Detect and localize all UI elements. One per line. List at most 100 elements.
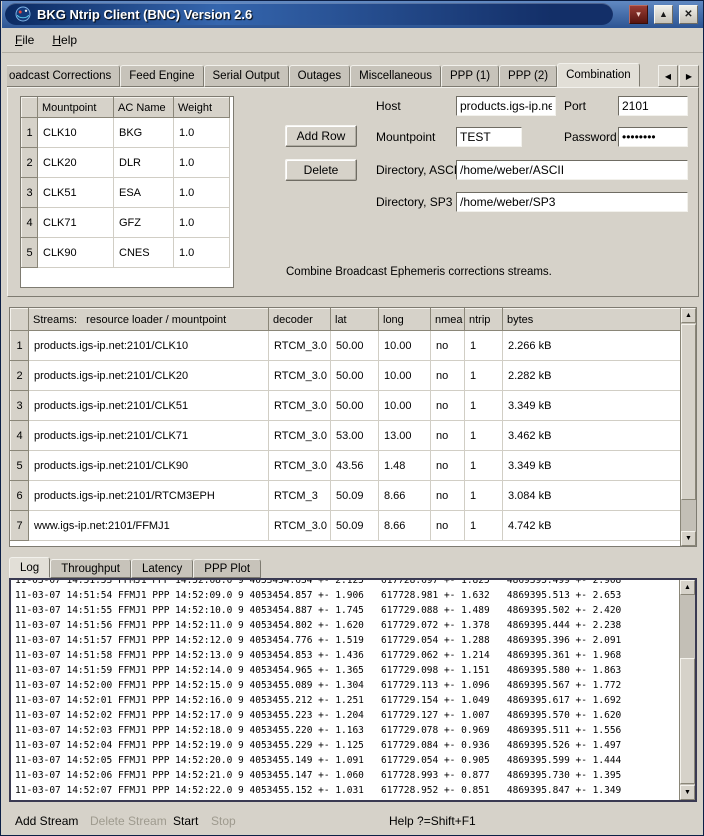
app-icon[interactable]: [15, 6, 31, 22]
tab-ppp-plot[interactable]: PPP Plot: [193, 559, 261, 578]
stream-row[interactable]: 1 products.igs-ip.net:2101/CLK10 RTCM_3.…: [11, 331, 681, 361]
log-scrollbar[interactable]: ▲ ▼: [679, 580, 695, 800]
scroll-up-icon[interactable]: ▲: [681, 308, 696, 323]
stream-decoder-cell: RTCM_3: [269, 481, 331, 511]
stream-row[interactable]: 7 www.igs-ip.net:2101/FFMJ1 RTCM_3.0 50.…: [11, 511, 681, 541]
stream-decoder-cell: RTCM_3.0: [269, 331, 331, 361]
combination-table-row[interactable]: 4 CLK71 GFZ 1.0: [22, 208, 230, 238]
log-tab-bar: Log Throughput Latency PPP Plot: [9, 557, 261, 578]
log-line: 11-03-07 14:51:59 FFMJ1 PPP 14:52:14.0 9…: [15, 663, 677, 678]
tab-serial-output[interactable]: Serial Output: [204, 65, 289, 87]
ac-name-cell[interactable]: DLR: [114, 148, 174, 178]
port-input[interactable]: [618, 96, 688, 116]
add-row-button[interactable]: Add Row: [285, 125, 357, 147]
combination-table-row[interactable]: 1 CLK10 BKG 1.0: [22, 118, 230, 148]
tab-ppp-1[interactable]: PPP (1): [441, 65, 499, 87]
stream-row[interactable]: 5 products.igs-ip.net:2101/CLK90 RTCM_3.…: [11, 451, 681, 481]
ac-name-cell[interactable]: BKG: [114, 118, 174, 148]
tab-outages[interactable]: Outages: [289, 65, 350, 87]
stream-lat-cell: 43.56: [331, 451, 379, 481]
stream-row-number: 1: [11, 331, 29, 361]
password-input[interactable]: [618, 127, 688, 147]
mountpoint-label: Mountpoint: [376, 130, 435, 144]
delete-button[interactable]: Delete: [285, 159, 357, 181]
stream-row[interactable]: 4 products.igs-ip.net:2101/CLK71 RTCM_3.…: [11, 421, 681, 451]
host-input[interactable]: [456, 96, 556, 116]
maximize-button[interactable]: ▲: [654, 5, 673, 24]
ac-name-cell[interactable]: GFZ: [114, 208, 174, 238]
minimize-button[interactable]: ▾: [629, 5, 648, 24]
mountpoint-cell[interactable]: CLK10: [38, 118, 114, 148]
streams-header-long: long: [379, 309, 431, 331]
tab-scroll-left-button[interactable]: ◀: [658, 65, 678, 87]
combination-table-row[interactable]: 2 CLK20 DLR 1.0: [22, 148, 230, 178]
menu-help[interactable]: Help: [43, 30, 86, 50]
ac-name-cell[interactable]: ESA: [114, 178, 174, 208]
window-buttons: ▾ ▲ ✕: [629, 5, 698, 24]
stream-decoder-cell: RTCM_3.0: [269, 361, 331, 391]
log-line: 11-03-07 14:51:58 FFMJ1 PPP 14:52:13.0 9…: [15, 648, 677, 663]
combination-table-row[interactable]: 3 CLK51 ESA 1.0: [22, 178, 230, 208]
weight-cell[interactable]: 1.0: [174, 148, 230, 178]
stream-long-cell: 10.00: [379, 391, 431, 421]
stream-bytes-cell: 3.349 kB: [503, 451, 681, 481]
stream-source-cell: products.igs-ip.net:2101/CLK71: [29, 421, 269, 451]
stream-row[interactable]: 3 products.igs-ip.net:2101/CLK51 RTCM_3.…: [11, 391, 681, 421]
row-number: 1: [22, 118, 38, 148]
directory-sp3-input[interactable]: [456, 192, 688, 212]
tab-latency[interactable]: Latency: [131, 559, 193, 578]
stop-button[interactable]: Stop: [211, 814, 236, 828]
weight-cell[interactable]: 1.0: [174, 208, 230, 238]
delete-stream-button[interactable]: Delete Stream: [90, 814, 167, 828]
streams-header-lat: lat: [331, 309, 379, 331]
menu-file[interactable]: File: [6, 30, 43, 50]
stream-row[interactable]: 2 products.igs-ip.net:2101/CLK20 RTCM_3.…: [11, 361, 681, 391]
start-button[interactable]: Start: [173, 814, 198, 828]
row-number: 5: [22, 238, 38, 268]
streams-header-ntrip: ntrip: [465, 309, 503, 331]
stream-ntrip-cell: 1: [465, 421, 503, 451]
mountpoint-cell[interactable]: CLK90: [38, 238, 114, 268]
tab-broadcast-corrections[interactable]: oadcast Corrections: [7, 65, 120, 87]
streams-scrollbar[interactable]: ▲ ▼: [680, 308, 696, 546]
tab-combination[interactable]: Combination: [557, 63, 640, 87]
stream-ntrip-cell: 1: [465, 361, 503, 391]
streams-corner-header: [11, 309, 29, 331]
mountpoint-cell[interactable]: CLK51: [38, 178, 114, 208]
stream-bytes-cell: 3.462 kB: [503, 421, 681, 451]
tab-log[interactable]: Log: [9, 557, 50, 578]
mountpoint-cell[interactable]: CLK20: [38, 148, 114, 178]
scroll-thumb[interactable]: [680, 658, 695, 784]
stream-row-number: 6: [11, 481, 29, 511]
tab-feed-engine[interactable]: Feed Engine: [120, 65, 203, 87]
combination-table-row[interactable]: 5 CLK90 CNES 1.0: [22, 238, 230, 268]
stream-ntrip-cell: 1: [465, 451, 503, 481]
scroll-down-icon[interactable]: ▼: [680, 785, 695, 800]
stream-source-cell: www.igs-ip.net:2101/FFMJ1: [29, 511, 269, 541]
mountpoint-cell[interactable]: CLK71: [38, 208, 114, 238]
stream-bytes-cell: 3.084 kB: [503, 481, 681, 511]
weight-cell[interactable]: 1.0: [174, 178, 230, 208]
directory-ascii-input[interactable]: [456, 160, 688, 180]
scroll-up-icon[interactable]: ▲: [680, 580, 695, 595]
scroll-thumb[interactable]: [681, 324, 696, 500]
mountpoint-input[interactable]: [456, 127, 522, 147]
tab-scroll-right-button[interactable]: ▶: [679, 65, 699, 87]
tab-ppp-2[interactable]: PPP (2): [499, 65, 557, 87]
log-line: 11-03-07 14:52:03 FFMJ1 PPP 14:52:18.0 9…: [15, 723, 677, 738]
titlebar[interactable]: BKG Ntrip Client (BNC) Version 2.6 ▾ ▲ ✕: [2, 1, 704, 28]
add-stream-button[interactable]: Add Stream: [15, 814, 78, 828]
stream-nmea-cell: no: [431, 511, 465, 541]
row-number: 2: [22, 148, 38, 178]
log-output[interactable]: 11-03-07 14:51:53 FFMJ1 PPP 14:52:08.0 9…: [9, 578, 697, 802]
weight-cell[interactable]: 1.0: [174, 238, 230, 268]
stream-source-cell: products.igs-ip.net:2101/CLK20: [29, 361, 269, 391]
tab-miscellaneous[interactable]: Miscellaneous: [350, 65, 441, 87]
stream-row[interactable]: 6 products.igs-ip.net:2101/RTCM3EPH RTCM…: [11, 481, 681, 511]
weight-cell[interactable]: 1.0: [174, 118, 230, 148]
title-capsule: BKG Ntrip Client (BNC) Version 2.6: [5, 3, 613, 25]
tab-throughput[interactable]: Throughput: [50, 559, 131, 578]
close-button[interactable]: ✕: [679, 5, 698, 24]
scroll-down-icon[interactable]: ▼: [681, 531, 696, 546]
ac-name-cell[interactable]: CNES: [114, 238, 174, 268]
